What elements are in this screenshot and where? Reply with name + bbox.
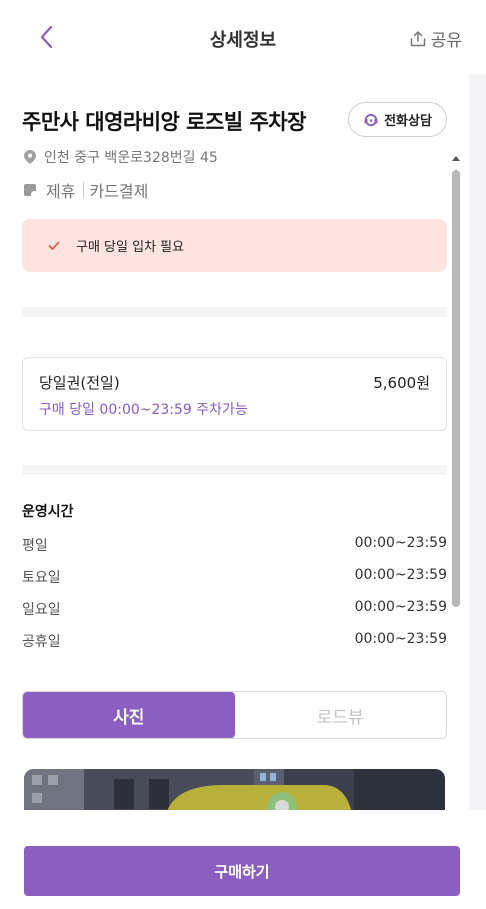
hours-time: 00:00~23:59 xyxy=(354,535,447,551)
tab-photo[interactable]: 사진 xyxy=(23,692,235,738)
hours-time: 00:00~23:59 xyxy=(354,567,447,583)
phone-consult-button[interactable]: 전화상담 xyxy=(348,102,447,137)
scrollbar[interactable] xyxy=(452,154,462,810)
operating-hours-title: 운영시간 xyxy=(22,504,74,520)
media-tabs: 사진 로드뷰 xyxy=(22,691,447,739)
ticket-name: 당일권(전일) xyxy=(39,374,120,392)
hours-row: 공휴일 00:00~23:59 xyxy=(22,631,447,651)
phone-consult-label: 전화상담 xyxy=(384,114,432,129)
check-icon xyxy=(48,241,60,250)
hours-time: 00:00~23:59 xyxy=(354,599,447,615)
place-name: 주만사 대영라비앙 로즈빌 주차장 xyxy=(22,110,306,134)
top-app-bar: 상세정보 공유 xyxy=(0,0,486,74)
location-pin-icon xyxy=(24,150,36,164)
tag-divider xyxy=(83,182,85,198)
ticket-price: 5,600원 xyxy=(373,374,430,392)
headset-icon xyxy=(364,113,378,126)
address-text: 인천 중구 백운로328번길 45 xyxy=(44,150,218,166)
tag-list: 제휴 카드결제 xyxy=(24,178,148,202)
entry-notice: 구매 당일 입차 필요 xyxy=(22,219,447,272)
tag-partner: 제휴 xyxy=(46,182,76,201)
tag-icon xyxy=(24,184,36,196)
parking-photo[interactable] xyxy=(24,769,445,810)
hours-row: 평일 00:00~23:59 xyxy=(22,535,447,555)
section-divider xyxy=(22,465,447,475)
scroll-up-arrow-icon[interactable] xyxy=(452,156,460,161)
ticket-card[interactable]: 당일권(전일) 5,600원 구매 당일 00:00~23:59 주차가능 xyxy=(22,357,447,431)
share-icon xyxy=(410,30,425,46)
tab-roadview[interactable]: 로드뷰 xyxy=(234,692,446,738)
tag-card-payment: 카드결제 xyxy=(89,182,149,201)
hours-time: 00:00~23:59 xyxy=(354,631,447,647)
address: 인천 중구 백운로328번길 45 xyxy=(24,147,218,167)
share-label: 공유 xyxy=(430,31,462,51)
hours-row: 일요일 00:00~23:59 xyxy=(22,599,447,619)
hours-day: 공휴일 xyxy=(22,634,61,650)
photo-image xyxy=(24,769,445,810)
bottom-action-bar: 구매하기 xyxy=(0,810,486,909)
hours-row: 토요일 00:00~23:59 xyxy=(22,567,447,587)
buy-button[interactable]: 구매하기 xyxy=(24,846,460,896)
hours-day: 평일 xyxy=(22,538,48,554)
share-button[interactable]: 공유 xyxy=(409,26,462,51)
hours-day: 일요일 xyxy=(22,602,61,618)
ticket-description: 구매 당일 00:00~23:59 주차가능 xyxy=(39,402,248,418)
section-divider xyxy=(22,307,447,317)
hours-day: 토요일 xyxy=(22,570,61,586)
detail-content[interactable]: 주만사 대영라비앙 로즈빌 주차장 전화상담 인천 중구 백운로328번길 45… xyxy=(0,74,469,810)
scrollbar-thumb[interactable] xyxy=(452,170,460,607)
entry-notice-text: 구매 당일 입차 필요 xyxy=(76,240,185,255)
